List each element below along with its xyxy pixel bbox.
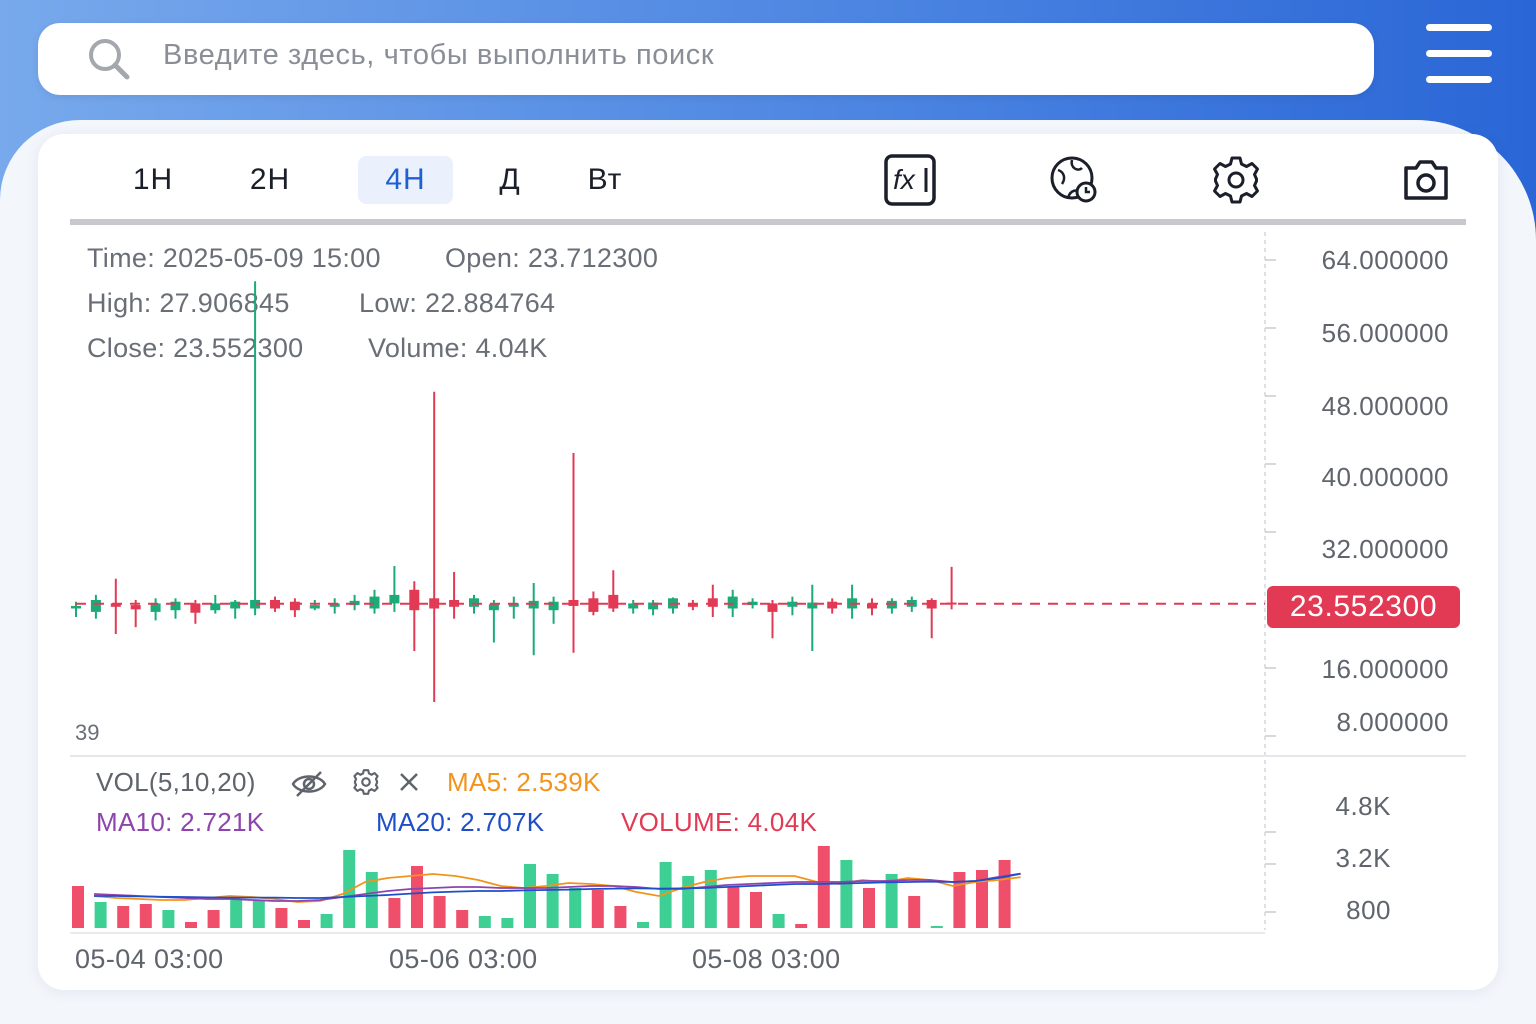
price-axis-label: 40.000000	[1321, 462, 1449, 492]
price-axis-label: 16.000000	[1321, 654, 1449, 684]
price-axis-label: 32.000000	[1321, 534, 1449, 564]
tab-day[interactable]: Д	[480, 156, 540, 204]
info-low: Low: 22.884764	[359, 288, 556, 318]
ma5-label: MA5: 2.539K	[447, 767, 601, 797]
svg-text:fx: fx	[893, 164, 916, 195]
gear-icon[interactable]	[1210, 154, 1262, 206]
search-icon[interactable]	[86, 36, 132, 82]
volume-value-label: VOLUME: 4.04K	[621, 807, 818, 837]
volume-axis-label: 3.2K	[1335, 843, 1391, 873]
tab-2h[interactable]: 2H	[228, 156, 312, 204]
gear-icon[interactable]	[352, 768, 380, 796]
info-high: High: 27.906845	[87, 288, 290, 318]
bar-count-label: 39	[75, 720, 100, 745]
info-time: Time: 2025-05-09 15:00	[87, 243, 381, 273]
info-close: Close: 23.552300	[87, 333, 304, 363]
volume-axis-label: 800	[1346, 895, 1391, 925]
time-axis-label: 05-04 03:00	[75, 944, 224, 974]
close-icon[interactable]	[398, 771, 420, 793]
price-axis-label: 48.000000	[1321, 391, 1449, 421]
price-axis-label: 64.000000	[1321, 245, 1449, 275]
price-axis-label: 56.000000	[1321, 318, 1449, 348]
tab-week[interactable]: Вт	[570, 156, 640, 204]
info-volume: Volume: 4.04K	[368, 333, 548, 363]
time-axis-label: 05-06 03:00	[389, 944, 538, 974]
toolbar-divider	[70, 219, 1466, 225]
price-axis-label: 8.000000	[1336, 707, 1449, 737]
panel-divider	[70, 755, 1466, 757]
ma20-label: MA20: 2.707K	[376, 807, 545, 837]
volume-axis-label: 4.8K	[1335, 791, 1391, 821]
tab-1h[interactable]: 1H	[112, 156, 194, 204]
ma10-label: MA10: 2.721K	[96, 807, 265, 837]
volume-title: VOL(5,10,20)	[96, 767, 256, 797]
fx-indicator-icon[interactable]: fx	[884, 154, 936, 206]
eye-hidden-icon[interactable]	[291, 770, 327, 798]
search-input[interactable]: Введите здесь, чтобы выполнить поиск	[163, 39, 714, 72]
time-axis-label: 05-08 03:00	[692, 944, 841, 974]
globe-clock-icon[interactable]	[1048, 154, 1100, 206]
last-price-tag: 23.552300	[1267, 586, 1460, 628]
info-open: Open: 23.712300	[445, 243, 659, 273]
menu-icon[interactable]	[1424, 24, 1494, 86]
camera-icon[interactable]	[1400, 154, 1452, 206]
tab-4h[interactable]: 4H	[358, 156, 453, 204]
